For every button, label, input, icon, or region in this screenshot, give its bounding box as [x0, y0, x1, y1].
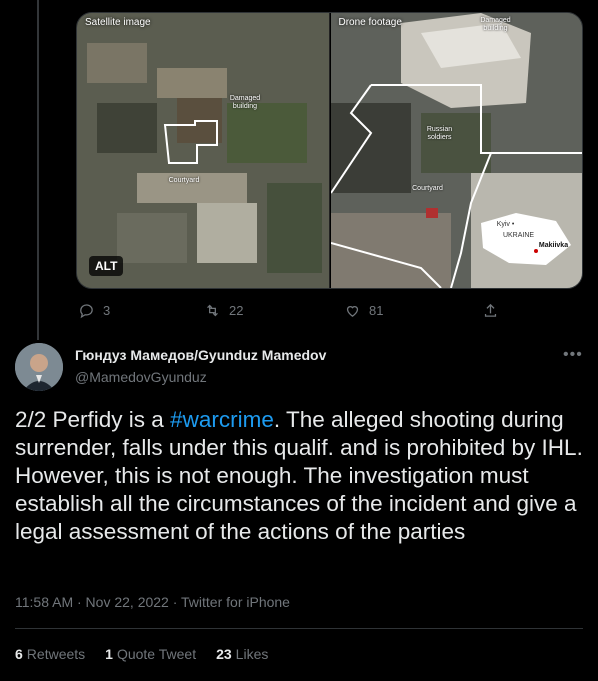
- reply-icon: [80, 304, 93, 319]
- more-icon[interactable]: •••: [563, 346, 583, 364]
- drone-label: Drone footage: [338, 17, 402, 28]
- retweet-button[interactable]: 22: [204, 302, 243, 319]
- tweet-text-part-3: However, this is not enough. The investi…: [15, 463, 577, 544]
- thread-line: [37, 0, 39, 340]
- satellite-damaged-label: Damaged building: [229, 95, 261, 110]
- quotes-stat[interactable]: 1 Quote Tweet: [105, 646, 196, 662]
- retweet-icon: [207, 304, 218, 317]
- drone-damaged-label: Damaged building: [480, 17, 511, 32]
- likes-stat[interactable]: 23 Likes: [216, 646, 268, 662]
- satellite-courtyard-label: Courtyard: [168, 177, 200, 184]
- alt-badge[interactable]: ALT: [89, 256, 124, 276]
- hashtag-link[interactable]: #warcrime: [170, 407, 274, 432]
- tweet-stats: 6 Retweets 1 Quote Tweet 23 Likes: [15, 646, 268, 662]
- like-icon: [346, 306, 359, 317]
- inset-town-label: Makiivka: [538, 242, 569, 249]
- retweet-count: 22: [229, 303, 244, 318]
- avatar-image: [15, 343, 63, 391]
- share-button[interactable]: [482, 302, 499, 319]
- inset-kyiv-label: Kyiv •: [496, 221, 515, 228]
- satellite-image: [77, 13, 329, 288]
- author-name[interactable]: Гюндуз Мамедов/Gyunduz Mamedov: [75, 347, 326, 363]
- retweets-label: Retweets: [26, 646, 86, 662]
- satellite-image-panel[interactable]: Satellite image Damaged building Courtya…: [77, 13, 329, 288]
- reply-button[interactable]: 3: [78, 302, 110, 319]
- author-handle[interactable]: @MamedovGyunduz: [75, 369, 207, 385]
- reply-count: 3: [103, 303, 111, 318]
- drone-soldiers-label: Russian soldiers: [426, 126, 453, 141]
- avatar[interactable]: [15, 343, 63, 391]
- satellite-label: Satellite image: [85, 17, 151, 28]
- divider: [15, 628, 583, 629]
- tweet-text: 2/2 Perfidy is a #warcrime. The alleged …: [15, 406, 585, 546]
- tweet-media[interactable]: Satellite image Damaged building Courtya…: [76, 12, 583, 289]
- drone-footage-panel[interactable]: Drone footage Damaged building Russian s…: [330, 13, 582, 288]
- drone-courtyard-label: Courtyard: [412, 185, 443, 192]
- likes-label: Likes: [235, 646, 269, 662]
- quotes-count: 1: [105, 646, 113, 662]
- tweet-meta[interactable]: 11:58 AM · Nov 22, 2022 · Twitter for iP…: [15, 594, 290, 610]
- retweets-stat[interactable]: 6 Retweets: [15, 646, 85, 662]
- likes-count: 23: [216, 646, 232, 662]
- retweets-count: 6: [15, 646, 23, 662]
- tweet-text-part-1: 2/2 Perfidy is a: [15, 407, 171, 432]
- media-divider: [328, 13, 330, 288]
- inset-country-label: UKRAINE: [502, 232, 535, 239]
- quotes-label: Quote Tweet: [116, 646, 197, 662]
- share-icon: [484, 303, 497, 317]
- like-count: 81: [369, 303, 384, 318]
- like-button[interactable]: 81: [344, 302, 383, 319]
- action-bar: 3 22 81: [76, 300, 581, 322]
